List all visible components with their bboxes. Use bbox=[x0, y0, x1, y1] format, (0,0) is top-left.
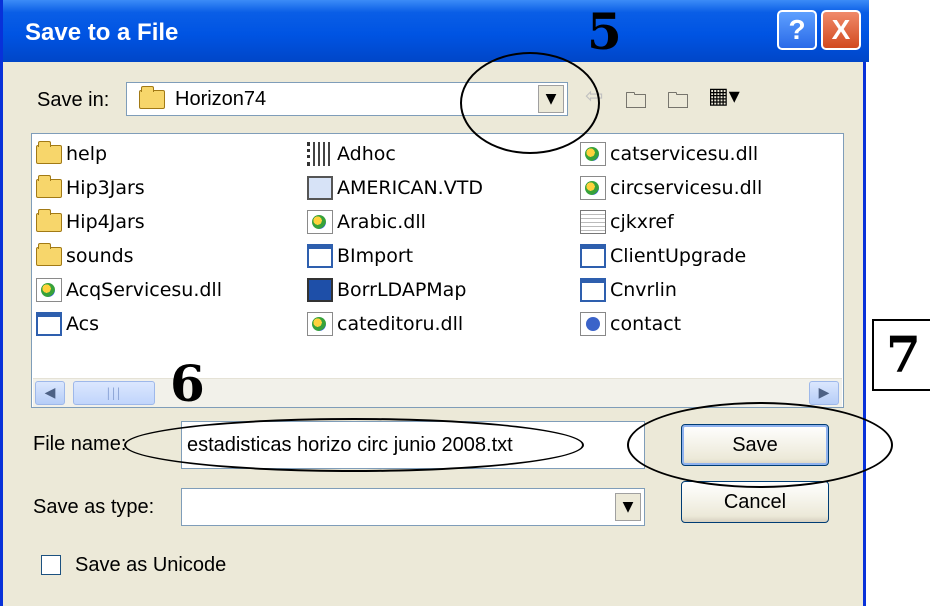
window-icon bbox=[307, 244, 333, 268]
file-name: help bbox=[66, 143, 108, 165]
up-folder-icon[interactable]: 🗀 bbox=[625, 84, 647, 122]
horizontal-scrollbar[interactable]: ◀ ||| ▶ bbox=[33, 378, 842, 407]
view-menu-icon[interactable]: ▦▾ bbox=[708, 84, 740, 109]
save-as-unicode-label: Save as Unicode bbox=[75, 554, 227, 576]
list-item[interactable]: cjkxref bbox=[580, 208, 674, 236]
window-icon bbox=[580, 278, 606, 302]
list-item[interactable]: BorrLDAPMap bbox=[307, 276, 466, 304]
folder-icon bbox=[36, 174, 62, 198]
file-name: catservicesu.dll bbox=[610, 143, 759, 165]
file-name: Arabic.dll bbox=[337, 211, 426, 233]
folder-icon bbox=[36, 140, 62, 164]
file-name: ClientUpgrade bbox=[610, 245, 747, 267]
annotation-number-6: 6 bbox=[170, 354, 205, 413]
dll-icon bbox=[580, 176, 606, 200]
save-dialog: Save to a File ? X Save in: Horizon74 ▼ … bbox=[0, 0, 869, 606]
list-item[interactable]: contact bbox=[580, 310, 681, 338]
file-list[interactable]: help Hip3Jars Hip4Jars sounds AcqService… bbox=[31, 133, 844, 408]
file-name: contact bbox=[610, 313, 682, 335]
list-item[interactable]: circservicesu.dll bbox=[580, 174, 762, 202]
list-item[interactable]: Arabic.dll bbox=[307, 208, 426, 236]
file-name: BorrLDAPMap bbox=[337, 279, 467, 301]
vtd-icon bbox=[307, 176, 333, 200]
file-name: Adhoc bbox=[337, 143, 396, 165]
file-name: BImport bbox=[337, 245, 414, 267]
scroll-thumb[interactable]: ||| bbox=[73, 381, 155, 405]
file-name: Cnvrlin bbox=[610, 279, 677, 301]
file-name: AMERICAN.VTD bbox=[337, 177, 483, 199]
save-as-type-dropdown-button[interactable]: ▼ bbox=[615, 493, 641, 521]
contact-icon bbox=[580, 312, 606, 336]
dialog-title: Save to a File bbox=[25, 19, 179, 46]
annotation-box-7: 7 bbox=[872, 319, 930, 391]
file-name: circservicesu.dll bbox=[610, 177, 763, 199]
save-as-type-label: Save as type: bbox=[33, 496, 155, 518]
list-item[interactable]: sounds bbox=[36, 242, 134, 270]
list-item[interactable]: Cnvrlin bbox=[580, 276, 677, 304]
save-as-type-combo[interactable]: ▼ bbox=[181, 488, 645, 526]
annotation-ellipse-5 bbox=[460, 52, 600, 154]
list-item[interactable]: catservicesu.dll bbox=[580, 140, 758, 168]
list-item[interactable]: Hip3Jars bbox=[36, 174, 145, 202]
list-item[interactable]: AcqServicesu.dll bbox=[36, 276, 222, 304]
file-name-label: File name: bbox=[33, 433, 127, 455]
help-button[interactable]: ? bbox=[777, 10, 817, 50]
folder-icon bbox=[139, 86, 165, 109]
list-item[interactable]: ClientUpgrade bbox=[580, 242, 746, 270]
scroll-left-button[interactable]: ◀ bbox=[35, 381, 65, 405]
dll-icon bbox=[307, 210, 333, 234]
save-as-unicode-checkbox[interactable] bbox=[41, 555, 61, 575]
list-item[interactable]: Adhoc bbox=[307, 140, 396, 168]
folder-icon bbox=[36, 208, 62, 232]
list-item[interactable]: cateditoru.dll bbox=[307, 310, 463, 338]
title-bar[interactable]: Save to a File ? X bbox=[3, 0, 869, 62]
file-name: cateditoru.dll bbox=[337, 313, 464, 335]
window-icon bbox=[580, 244, 606, 268]
list-item[interactable]: Acs bbox=[36, 310, 99, 338]
annotation-number-7: 7 bbox=[886, 325, 921, 384]
file-name: AcqServicesu.dll bbox=[66, 279, 222, 301]
new-folder-icon[interactable]: 🗀 bbox=[667, 84, 689, 122]
file-name: cjkxref bbox=[610, 211, 674, 233]
document-icon bbox=[580, 210, 606, 234]
file-name: sounds bbox=[66, 245, 134, 267]
annotation-ellipse-7 bbox=[627, 402, 893, 488]
close-button[interactable]: X bbox=[821, 10, 861, 50]
list-item[interactable]: Hip4Jars bbox=[36, 208, 145, 236]
file-name: Acs bbox=[66, 313, 100, 335]
dll-icon bbox=[580, 142, 606, 166]
annotation-number-5: 5 bbox=[587, 2, 622, 61]
save-in-label: Save in: bbox=[37, 89, 110, 111]
adhoc-icon bbox=[307, 142, 333, 166]
save-in-value: Horizon74 bbox=[175, 88, 267, 110]
file-name: Hip3Jars bbox=[66, 177, 145, 199]
dll-icon bbox=[307, 312, 333, 336]
dll-icon bbox=[36, 278, 62, 302]
folder-icon bbox=[36, 242, 62, 266]
annotation-ellipse-6 bbox=[124, 418, 584, 472]
list-item[interactable]: AMERICAN.VTD bbox=[307, 174, 483, 202]
file-name: Hip4Jars bbox=[66, 211, 145, 233]
list-item[interactable]: BImport bbox=[307, 242, 413, 270]
list-item[interactable]: help bbox=[36, 140, 107, 168]
map-icon bbox=[307, 278, 333, 302]
window-icon bbox=[36, 312, 62, 336]
scroll-right-button[interactable]: ▶ bbox=[809, 381, 839, 405]
